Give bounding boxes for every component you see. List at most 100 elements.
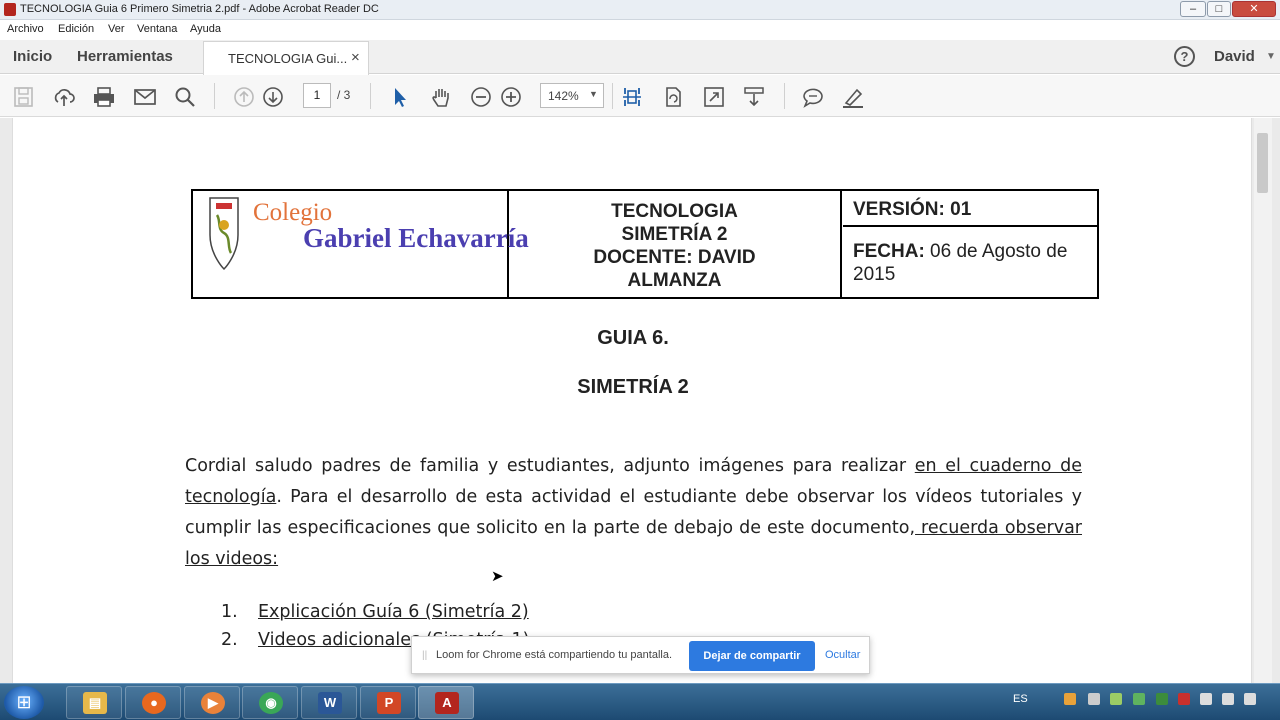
list-item-link-explicacion[interactable]: Explicación Guía 6 (Simetría 2) [258,602,529,622]
header-center-cell: TECNOLOGIA SIMETRÍA 2 DOCENTE: DAVID ALM… [509,191,842,297]
hand-tool-icon[interactable] [429,86,453,108]
tray-security-icon[interactable] [1133,693,1145,705]
tray-flag-icon[interactable] [1200,693,1212,705]
school-crest-icon [209,197,239,271]
date-cell: FECHA: 06 de Agosto de 2015 [843,229,1097,297]
tray-drive-icon[interactable] [1156,693,1168,705]
window-titlebar: TECNOLOGIA Guia 6 Primero Simetria 2.pdf… [0,0,1280,20]
email-icon[interactable] [133,86,157,108]
list-item-number: 2. [221,630,238,650]
header-topic: SIMETRÍA 2 [621,224,728,245]
menu-ver[interactable]: Ver [108,23,125,35]
firefox-icon: ● [142,692,166,714]
zoom-out-icon[interactable] [469,86,493,108]
version-cell: VERSIÓN: 01 [843,191,1097,227]
help-icon[interactable]: ? [1174,46,1195,67]
tray-network-icon[interactable] [1110,693,1122,705]
taskbar-media-player[interactable]: ▶ [184,686,240,719]
page-total: / 3 [337,88,351,102]
zoom-select[interactable]: 142% ▼ [540,83,604,108]
window-title: TECNOLOGIA Guia 6 Primero Simetria 2.pdf… [20,3,379,15]
menu-archivo[interactable]: Archivo [7,23,44,35]
upload-cloud-icon[interactable] [52,86,76,108]
menu-edicion[interactable]: Edición [58,23,94,35]
zoom-in-icon[interactable] [499,86,523,108]
menu-ventana[interactable]: Ventana [137,23,177,35]
close-window-button[interactable]: ✕ [1232,1,1276,17]
toolbar: 1 / 3 142% ▼ [0,75,1280,117]
scroll-mode-icon[interactable] [742,86,766,108]
powerpoint-icon: P [377,692,401,714]
tab-herramientas[interactable]: Herramientas [77,48,173,65]
tray-shield-icon[interactable] [1178,693,1190,705]
toolbar-divider [612,83,613,109]
date-label: FECHA: [853,241,925,262]
document-header-table: Colegio Gabriel Echavarría TECNOLOGIA SI… [191,189,1099,299]
toolbar-divider [370,83,371,109]
taskbar-chrome[interactable]: ◉ [242,686,298,719]
select-cursor-icon[interactable] [388,86,412,108]
drag-handle-icon[interactable]: || [422,650,427,661]
chrome-icon: ◉ [259,692,283,714]
loom-message: Loom for Chrome está compartiendo tu pan… [436,649,673,661]
logo-text-school-name: Gabriel Echavarría [303,223,529,253]
full-screen-icon[interactable] [702,86,726,108]
user-name[interactable]: David [1214,48,1255,65]
next-page-icon[interactable] [261,86,285,108]
rotate-page-icon[interactable] [661,86,685,108]
tray-volume-icon[interactable] [1244,693,1256,705]
guide-subtitle: SIMETRÍA 2 [577,376,689,398]
zoom-value: 142% [548,89,579,103]
stop-sharing-button[interactable]: Dejar de compartir [689,641,815,671]
tab-close-icon[interactable]: × [351,49,360,66]
guide-title: GUIA 6. [597,327,669,349]
page-number-input[interactable]: 1 [303,83,331,108]
search-icon[interactable] [173,86,197,108]
comment-icon[interactable] [801,86,825,108]
taskbar-word[interactable]: W [301,686,357,719]
header-teacher-label: DOCENTE: DAVID [593,247,756,268]
tray-network-bars-icon[interactable] [1222,693,1234,705]
start-button[interactable]: ⊞ [4,686,44,719]
folder-icon: ▤ [83,692,107,714]
maximize-button[interactable]: □ [1207,1,1231,17]
scrollbar-thumb[interactable] [1257,133,1268,193]
minimize-button[interactable]: – [1180,1,1206,17]
taskbar-acrobat[interactable]: A [418,686,474,719]
tab-document[interactable]: TECNOLOGIA Gui... × [203,41,369,75]
zoom-chevron-down-icon: ▼ [589,89,598,99]
loom-sharing-bar: || Loom for Chrome está compartiendo tu … [411,636,870,674]
windows-taskbar: ⊞ ▤ ● ▶ ◉ W P A ES [0,683,1280,720]
taskbar-firefox[interactable]: ● [125,686,181,719]
toolbar-divider [784,83,785,109]
print-icon[interactable] [92,86,116,108]
toolbar-divider [214,83,215,109]
tray-display-icon[interactable] [1088,693,1100,705]
header-subject: TECNOLOGIA [611,201,738,222]
list-item-number: 1. [221,602,238,622]
menu-ayuda[interactable]: Ayuda [190,23,221,35]
fit-page-icon[interactable] [620,86,644,108]
header-teacher-surname: ALMANZA [627,270,722,291]
language-indicator[interactable]: ES [1013,693,1028,705]
vertical-scrollbar[interactable] [1254,118,1272,683]
menu-bar: Archivo Edición Ver Ventana Ayuda [0,20,1280,40]
save-icon[interactable] [12,86,36,108]
tray-firefox-icon[interactable] [1064,693,1076,705]
intro-paragraph: Cordial saludo padres de familia y estud… [185,451,1082,575]
school-logo-cell: Colegio Gabriel Echavarría [193,191,529,297]
user-menu-chevron-icon[interactable]: ▼ [1266,51,1276,62]
document-viewport[interactable]: Colegio Gabriel Echavarría TECNOLOGIA SI… [0,118,1280,683]
previous-page-icon[interactable] [232,86,256,108]
taskbar-explorer[interactable]: ▤ [66,686,122,719]
acrobat-icon: A [435,692,459,714]
hide-button[interactable]: Ocultar [825,649,860,661]
media-player-icon: ▶ [201,692,225,714]
mouse-pointer-icon: ➤ [491,568,504,585]
tab-inicio[interactable]: Inicio [13,48,52,65]
taskbar-powerpoint[interactable]: P [360,686,416,719]
acrobat-app-icon [4,3,16,16]
pdf-page: Colegio Gabriel Echavarría TECNOLOGIA SI… [12,118,1252,683]
highlight-pen-icon[interactable] [841,86,865,108]
word-icon: W [318,692,342,714]
